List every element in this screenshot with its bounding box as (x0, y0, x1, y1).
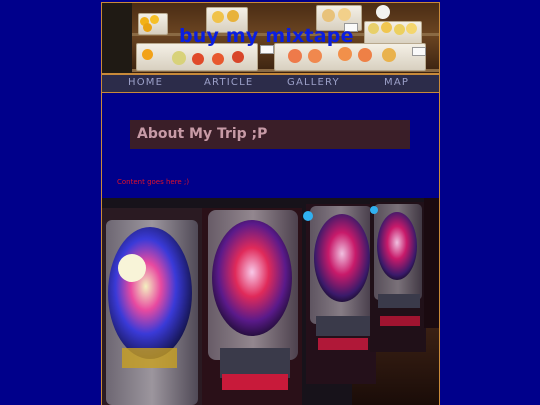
fruit (308, 49, 322, 63)
content-text: Content goes here ;) (117, 178, 190, 186)
fruit (382, 48, 396, 62)
nav-article[interactable]: ARTICLE (204, 77, 253, 88)
fruit (143, 23, 152, 32)
nav-bar: HOME ARTICLE GALLERY MAP (102, 74, 439, 93)
banner-shadow (102, 3, 132, 73)
header-banner: buy my mixtape (102, 2, 439, 74)
fruit (212, 53, 224, 65)
fruit (288, 49, 302, 63)
fruit (358, 48, 372, 62)
site-container: buy my mixtape HOME ARTICLE GALLERY MAP … (101, 2, 440, 405)
fruit (394, 24, 405, 35)
section-heading-box: About My Trip ;P (130, 120, 410, 149)
section-heading: About My Trip ;P (137, 126, 268, 142)
price-tag (412, 47, 426, 56)
fruit (172, 51, 186, 65)
nav-gallery[interactable]: GALLERY (287, 77, 340, 88)
fruit (192, 53, 204, 65)
fruit (406, 23, 417, 34)
fruit (376, 5, 390, 19)
fruit (150, 15, 159, 24)
fruit (338, 47, 352, 61)
fruit (232, 51, 244, 63)
fruit (212, 11, 224, 23)
nav-map[interactable]: MAP (384, 77, 409, 88)
fruit (142, 49, 153, 60)
pachinko-image (102, 198, 439, 405)
site-title: buy my mixtape (179, 25, 354, 47)
fruit (338, 8, 351, 21)
pachinko-photo (102, 198, 439, 405)
fruit (368, 23, 379, 34)
fruit (227, 10, 239, 22)
fruit (322, 9, 335, 22)
fruit (381, 22, 392, 33)
nav-home[interactable]: HOME (128, 77, 163, 88)
